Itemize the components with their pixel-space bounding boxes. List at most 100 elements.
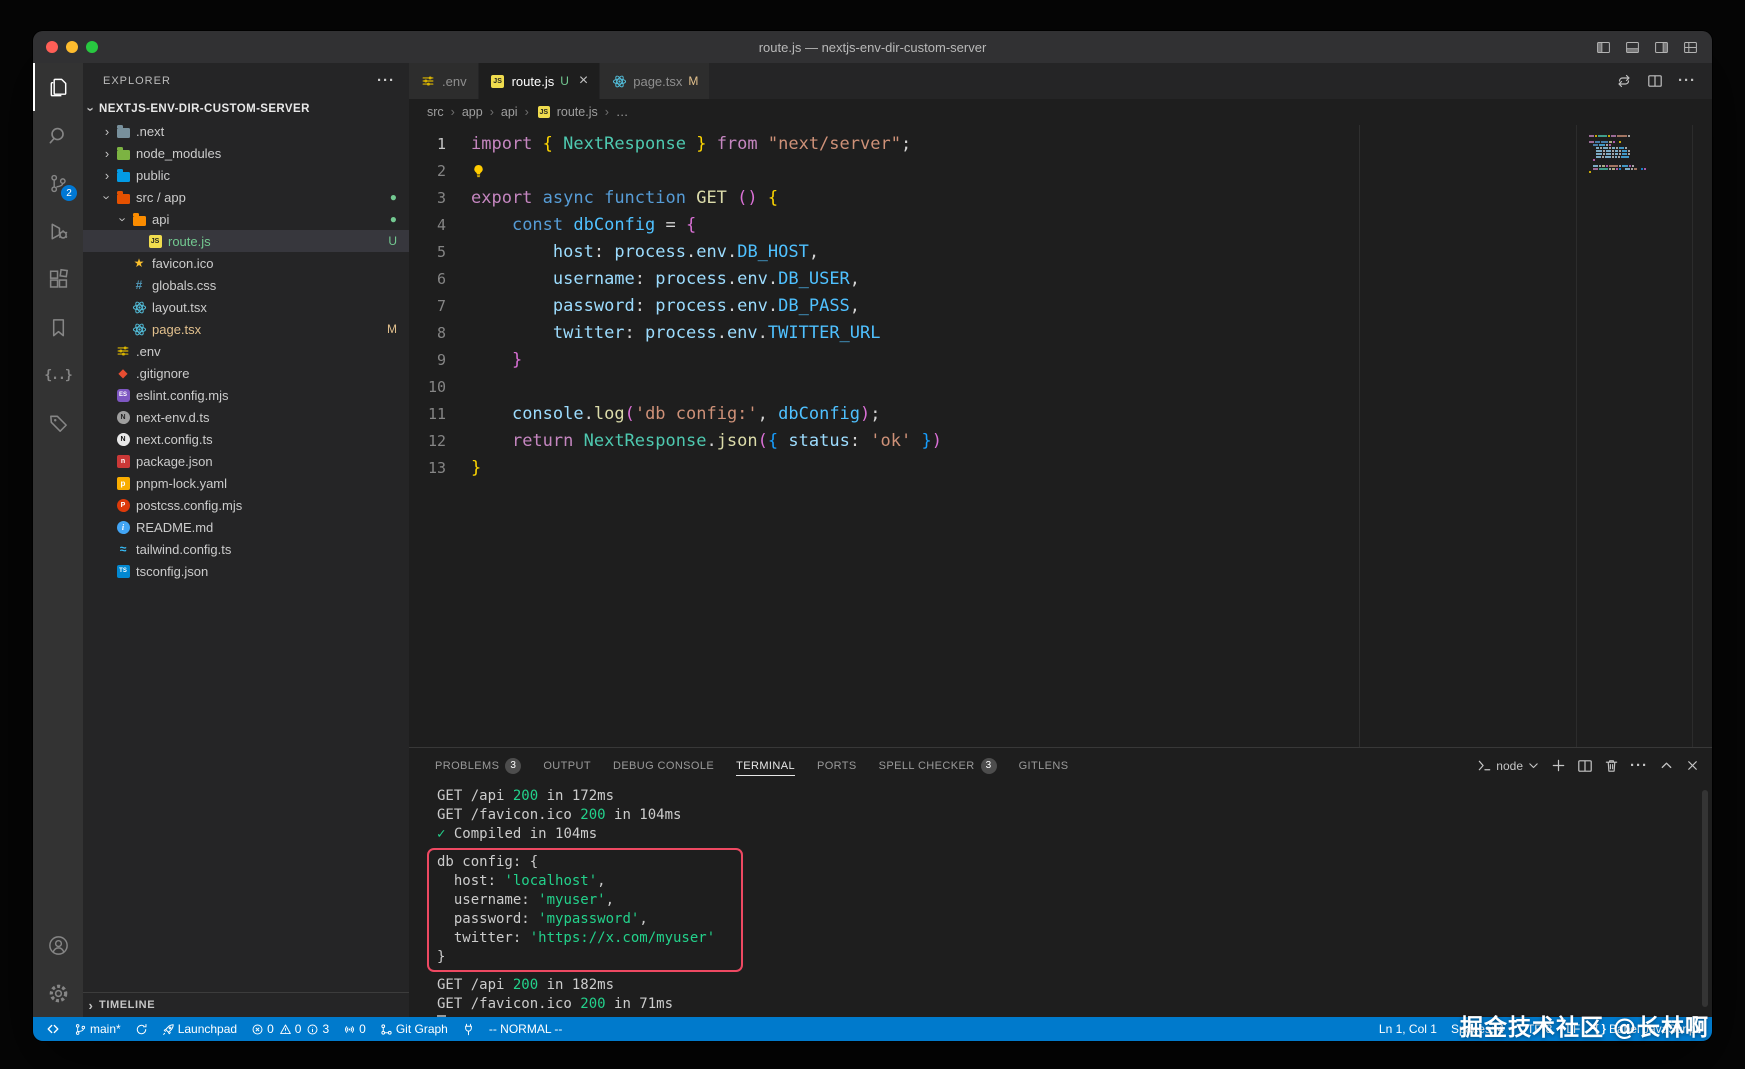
file-row-favicon.ico[interactable]: ★favicon.ico (83, 252, 409, 274)
file-row-.next[interactable]: .next (83, 120, 409, 142)
breadcrumb-item[interactable]: src (427, 105, 444, 119)
tab-route.js[interactable]: JSroute.jsU× (479, 63, 601, 99)
source-control-badge: 2 (61, 185, 77, 201)
file-row-README.md[interactable]: iREADME.md (83, 516, 409, 538)
panel-tab-spell-checker[interactable]: SPELL CHECKER3 (871, 748, 1005, 783)
tab-.env[interactable]: .env (409, 63, 479, 99)
zoom-window-button[interactable] (86, 41, 98, 53)
file-row-globals.css[interactable]: #globals.css (83, 274, 409, 296)
panel-bottom-icon[interactable] (1625, 40, 1640, 55)
activity-settings[interactable] (33, 969, 83, 1017)
editor-scrollbar[interactable] (1692, 125, 1712, 747)
panel-tab-debug-console[interactable]: DEBUG CONSOLE (605, 748, 722, 783)
code-editor[interactable]: 1import { NextResponse } from "next/serv… (409, 125, 1712, 747)
activity-run-debug[interactable] (33, 207, 83, 255)
split-editor-icon[interactable] (1647, 73, 1663, 89)
status-remote[interactable] (39, 1017, 67, 1041)
terminal-scrollbar[interactable] (1702, 790, 1708, 1007)
terminal-output[interactable]: GET /api 200 in 172msGET /favicon.ico 20… (409, 783, 1688, 1017)
close-icon[interactable]: × (579, 73, 588, 89)
file-row-layout.tsx[interactable]: layout.tsx (83, 296, 409, 318)
file-row-nodemodules[interactable]: node_modules (83, 142, 409, 164)
more-actions-icon[interactable]: ··· (377, 72, 395, 89)
file-row-.env[interactable]: .env (83, 340, 409, 362)
file-row-next-env.d.ts[interactable]: Nnext-env.d.ts (83, 406, 409, 428)
close-panel[interactable] (1685, 758, 1700, 773)
status-problems[interactable]: 003 (244, 1017, 336, 1041)
status-part (462, 1023, 475, 1036)
panel-tab-problems[interactable]: PROBLEMS3 (427, 748, 529, 783)
status-part: 0 (251, 1022, 274, 1036)
kill-terminal[interactable] (1604, 758, 1619, 773)
minimize-window-button[interactable] (66, 41, 78, 53)
terminal-session[interactable]: node (1477, 758, 1540, 773)
file-row-eslint.config.mjs[interactable]: ESeslint.config.mjs (83, 384, 409, 406)
status-text: 0 (267, 1022, 274, 1036)
project-root-row[interactable]: NEXTJS-ENV-DIR-CUSTOM-SERVER (83, 98, 409, 120)
breadcrumb-item[interactable]: app (462, 105, 483, 119)
file-label: README.md (136, 520, 213, 535)
status-cursor-position[interactable]: Ln 1, Col 1 (1372, 1017, 1444, 1041)
status-vim-mode[interactable]: -- NORMAL -- (482, 1017, 570, 1041)
minimap[interactable] (1576, 125, 1692, 747)
panel-more[interactable]: ··· (1630, 757, 1648, 775)
tab-page.tsx[interactable]: page.tsxM (600, 63, 710, 99)
file-row-tailwind.config.ts[interactable]: ≈tailwind.config.ts (83, 538, 409, 560)
panel-tab-gitlens[interactable]: GITLENS (1011, 748, 1077, 783)
file-row-page.tsx[interactable]: page.tsxM (83, 318, 409, 340)
activity-source-control[interactable]: 2 (33, 159, 83, 207)
file-row-route.js[interactable]: JSroute.jsU (83, 230, 409, 252)
status-ports[interactable]: 0 (336, 1017, 373, 1041)
minimap-line (1589, 147, 1692, 149)
timeline-section[interactable]: TIMELINE (83, 992, 409, 1017)
panel-tab-ports[interactable]: PORTS (809, 748, 865, 783)
breadcrumb-label: api (501, 105, 518, 119)
workbench: 2{..} EXPLORER ··· NEXTJS-ENV-DIR-CUSTOM… (33, 63, 1712, 1017)
editor-group: .envJSroute.jsU×page.tsxM ··· src›app›ap… (409, 63, 1712, 1017)
activity-snippets[interactable]: {..} (33, 351, 83, 399)
panel-tab-output[interactable]: OUTPUT (535, 748, 599, 783)
file-row-srcapp[interactable]: src / app● (83, 186, 409, 208)
file-row-postcss.config.mjs[interactable]: Ppostcss.config.mjs (83, 494, 409, 516)
panel-tab-terminal[interactable]: TERMINAL (728, 748, 803, 783)
compare-changes-icon[interactable] (1616, 73, 1632, 89)
activity-account[interactable] (33, 921, 83, 969)
split-terminal[interactable] (1577, 758, 1593, 774)
file-row-package.json[interactable]: npackage.json (83, 450, 409, 472)
breadcrumb-item[interactable]: JSroute.js (536, 105, 598, 119)
status-git-branch[interactable]: main* (67, 1017, 128, 1041)
file-row-pnpm-lock.yaml[interactable]: ppnpm-lock.yaml (83, 472, 409, 494)
maximize-panel[interactable] (1659, 758, 1674, 773)
breadcrumb-item[interactable]: api (501, 105, 518, 119)
breadcrumb-item[interactable]: … (616, 105, 629, 119)
code-area[interactable]: 1import { NextResponse } from "next/serv… (409, 125, 1712, 747)
close-window-button[interactable] (46, 41, 58, 53)
activity-bookmarks[interactable] (33, 303, 83, 351)
breadcrumb-label: app (462, 105, 483, 119)
new-terminal[interactable] (1551, 758, 1566, 773)
lightbulb-icon[interactable] (471, 158, 486, 185)
watermark: 掘金技术社区 @长林啊 (1460, 1008, 1709, 1042)
file-row-next.config.ts[interactable]: Nnext.config.ts (83, 428, 409, 450)
status-plug[interactable] (455, 1017, 482, 1041)
layout-grid-icon[interactable] (1683, 40, 1698, 55)
panel-right-icon[interactable] (1654, 40, 1669, 55)
file-label: route.js (168, 234, 211, 249)
file-row-public[interactable]: public (83, 164, 409, 186)
status-launchpad[interactable]: Launchpad (155, 1017, 244, 1041)
status-part: Git Graph (380, 1022, 448, 1036)
panel-left-icon[interactable] (1596, 40, 1611, 55)
activity-search[interactable] (33, 111, 83, 159)
git-icon: ◆ (115, 367, 131, 379)
activity-extensions[interactable] (33, 255, 83, 303)
status-sync[interactable] (128, 1017, 155, 1041)
activity-explorer[interactable] (33, 63, 83, 111)
activity-tags[interactable] (33, 399, 83, 447)
file-row-.gitignore[interactable]: ◆.gitignore (83, 362, 409, 384)
terminal-line: host: 'localhost', (437, 872, 715, 891)
file-row-tsconfig.json[interactable]: TStsconfig.json (83, 560, 409, 582)
more-icon[interactable]: ··· (1678, 72, 1696, 90)
more-icon: ··· (1630, 757, 1648, 775)
file-row-api[interactable]: api● (83, 208, 409, 230)
status-git-graph[interactable]: Git Graph (373, 1017, 455, 1041)
